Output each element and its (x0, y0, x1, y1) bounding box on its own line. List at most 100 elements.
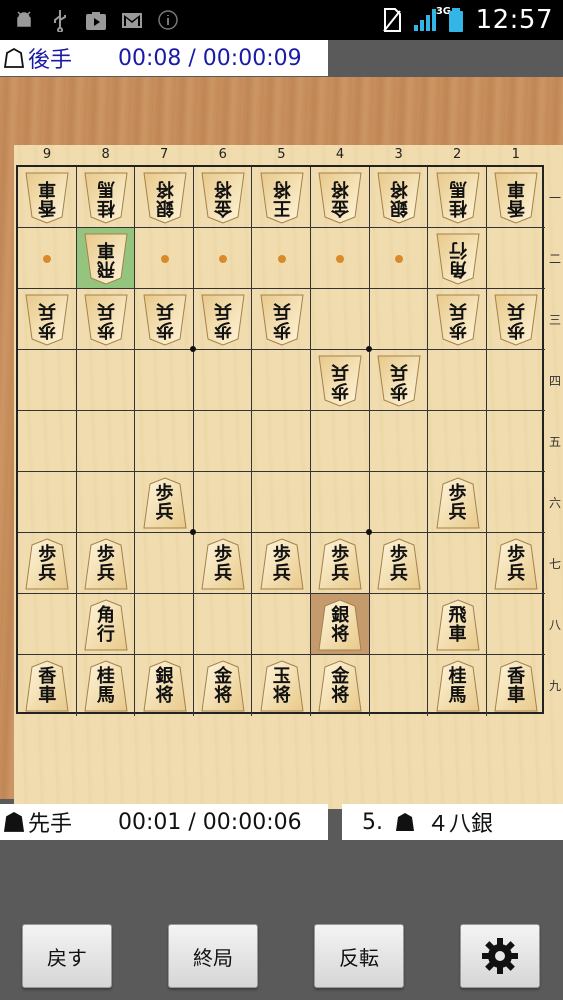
file-label: 9 (42, 147, 52, 162)
sente-piece[interactable]: 歩兵 (142, 476, 188, 530)
board-square[interactable] (135, 533, 194, 594)
board-square[interactable] (193, 350, 253, 411)
gote-piece[interactable]: 香車 (24, 171, 70, 225)
piece-label: 桂馬 (448, 177, 467, 218)
undo-button[interactable]: 戻す (22, 924, 112, 988)
board-square[interactable] (76, 411, 136, 472)
board-square[interactable] (428, 411, 487, 472)
rank-label: 六 (548, 496, 561, 510)
board-square[interactable] (486, 411, 546, 472)
gote-piece[interactable]: 歩兵 (259, 293, 305, 347)
piece-label: 銀将 (389, 177, 408, 218)
board-square[interactable] (311, 411, 370, 472)
sente-piece[interactable]: 飛車 (435, 598, 481, 652)
board-square[interactable] (369, 594, 429, 655)
move-hint-dot[interactable] (394, 254, 403, 263)
sente-piece[interactable]: 銀将 (142, 659, 188, 713)
board-square[interactable] (486, 228, 546, 289)
board-square[interactable] (252, 472, 311, 533)
board-square[interactable] (252, 411, 311, 472)
move-hint-dot[interactable] (336, 254, 345, 263)
board-square[interactable] (18, 472, 77, 533)
board-square[interactable] (135, 350, 194, 411)
board-square[interactable] (18, 350, 77, 411)
gote-piece[interactable]: 銀将 (376, 171, 422, 225)
gote-piece[interactable]: 歩兵 (435, 293, 481, 347)
usb-icon (54, 10, 66, 32)
sente-piece[interactable]: 歩兵 (200, 537, 246, 591)
gote-piece[interactable]: 桂馬 (435, 171, 481, 225)
gote-piece[interactable]: 歩兵 (83, 293, 129, 347)
sente-piece[interactable]: 香車 (24, 659, 70, 713)
board-square[interactable] (369, 289, 429, 350)
sente-piece[interactable]: 金将 (317, 659, 363, 713)
gote-piece[interactable]: 飛車 (83, 232, 129, 286)
gote-piece[interactable]: 歩兵 (200, 293, 246, 347)
board-square[interactable] (252, 350, 311, 411)
rank-label: 四 (548, 374, 561, 388)
sente-piece[interactable]: 歩兵 (259, 537, 305, 591)
gote-piece[interactable]: 歩兵 (317, 354, 363, 408)
gote-piece[interactable]: 歩兵 (493, 293, 539, 347)
piece-label: 歩兵 (155, 482, 174, 523)
board-square[interactable] (135, 594, 194, 655)
move-hint-dot[interactable] (160, 254, 169, 263)
gmail-icon (122, 13, 142, 28)
board-square[interactable] (369, 472, 429, 533)
sente-piece[interactable]: 歩兵 (376, 537, 422, 591)
board-square[interactable] (18, 594, 77, 655)
gote-piece[interactable]: 王将 (259, 171, 305, 225)
board-square[interactable] (193, 594, 253, 655)
sente-piece[interactable]: 銀将 (317, 598, 363, 652)
board-square[interactable] (370, 655, 429, 716)
board-square[interactable] (428, 533, 487, 594)
settings-button[interactable] (460, 924, 540, 988)
gote-piece[interactable]: 金将 (317, 171, 363, 225)
board-square[interactable] (486, 350, 546, 411)
piece-label: 香車 (38, 177, 57, 218)
board-square[interactable] (369, 411, 429, 472)
sente-piece[interactable]: 歩兵 (317, 537, 363, 591)
board-square[interactable] (486, 472, 546, 533)
board-square[interactable] (311, 289, 370, 350)
board-square[interactable] (428, 350, 487, 411)
gote-piece[interactable]: 歩兵 (376, 354, 422, 408)
piece-label: 歩兵 (272, 543, 291, 584)
sente-piece[interactable]: 香車 (493, 659, 539, 713)
sente-piece[interactable]: 歩兵 (83, 537, 129, 591)
board-square[interactable] (193, 411, 253, 472)
board-square[interactable] (311, 472, 370, 533)
flip-board-button[interactable]: 反転 (314, 924, 404, 988)
file-label: 6 (218, 147, 227, 162)
sente-time: 00:01 / 00:00:06 (118, 809, 302, 835)
sente-piece[interactable]: 桂馬 (435, 659, 481, 713)
end-game-button[interactable]: 終局 (168, 924, 258, 988)
sente-piece[interactable]: 金将 (200, 659, 246, 713)
move-hint-dot[interactable] (43, 254, 52, 263)
board-square[interactable] (76, 472, 136, 533)
board-square[interactable] (18, 411, 77, 472)
gote-piece[interactable]: 角行 (435, 232, 481, 286)
sente-piece[interactable]: 歩兵 (493, 537, 539, 591)
gote-piece[interactable]: 金将 (200, 171, 246, 225)
sente-piece[interactable]: 桂馬 (83, 659, 129, 713)
gote-piece[interactable]: 香車 (493, 171, 539, 225)
gote-piece[interactable]: 歩兵 (24, 293, 70, 347)
board-square[interactable] (76, 350, 136, 411)
gote-piece[interactable]: 銀将 (142, 171, 188, 225)
piece-label: 歩兵 (507, 299, 526, 340)
move-hint-dot[interactable] (277, 254, 286, 263)
board-square[interactable] (135, 411, 194, 472)
gote-piece[interactable]: 歩兵 (142, 293, 188, 347)
board-square[interactable] (486, 594, 546, 655)
board-square[interactable] (252, 594, 311, 655)
board-square[interactable] (193, 472, 253, 533)
sente-piece[interactable]: 角行 (83, 598, 129, 652)
star-point (189, 529, 196, 535)
sente-piece[interactable]: 玉将 (259, 659, 305, 713)
sente-piece[interactable]: 歩兵 (24, 537, 70, 591)
gote-piece[interactable]: 桂馬 (83, 171, 129, 225)
move-hint-dot[interactable] (219, 254, 228, 263)
sente-piece[interactable]: 歩兵 (435, 476, 481, 530)
piece-label: 銀将 (155, 177, 174, 218)
